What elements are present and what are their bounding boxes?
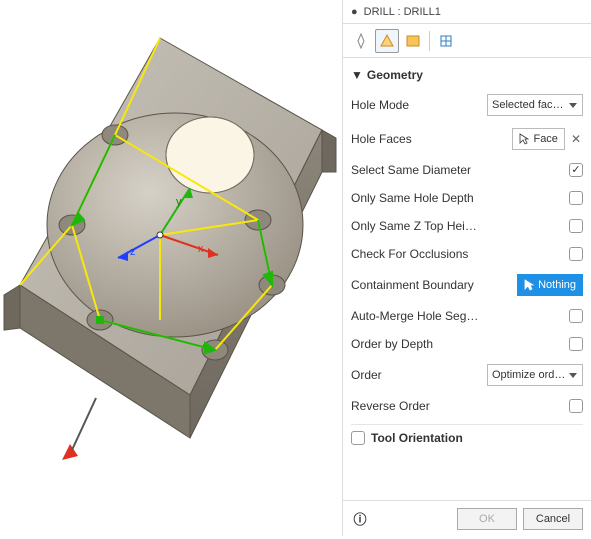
panel-footer: ⓘ OK Cancel — [343, 500, 591, 536]
row-check-occlusions: Check For Occlusions — [351, 240, 583, 268]
chip-hole-faces[interactable]: Face — [512, 128, 564, 150]
panel-tabs — [343, 24, 591, 58]
pointer-icon — [524, 279, 534, 291]
select-order[interactable]: Optimize ord… — [487, 364, 583, 386]
ok-button[interactable]: OK — [457, 508, 517, 530]
checkbox-tool-orientation[interactable] — [351, 431, 365, 445]
label-auto-merge: Auto-Merge Hole Segmen… — [351, 309, 481, 323]
row-auto-merge: Auto-Merge Hole Segmen… — [351, 302, 583, 330]
label-only-same-z-top: Only Same Z Top Height — [351, 219, 481, 233]
info-icon[interactable]: ⓘ — [351, 509, 369, 528]
label-order: Order — [351, 368, 481, 382]
checkbox-reverse-order[interactable] — [569, 399, 583, 413]
back-icon[interactable]: ● — [351, 6, 358, 18]
label-order-by-depth: Order by Depth — [351, 337, 481, 351]
tool-direction-indicator[interactable] — [62, 398, 96, 460]
tab-tool-icon[interactable] — [349, 29, 373, 53]
pointer-icon — [519, 133, 529, 145]
chevron-down-icon: ▼ — [351, 68, 363, 82]
label-containment-boundary: Containment Boundary — [351, 278, 481, 292]
clear-hole-faces-icon[interactable]: ✕ — [569, 132, 583, 146]
label-hole-mode: Hole Mode — [351, 98, 481, 112]
checkbox-order-by-depth[interactable] — [569, 337, 583, 351]
tab-divider — [429, 31, 430, 51]
checkbox-only-same-hole-depth[interactable] — [569, 191, 583, 205]
row-order: Order Optimize ord… — [351, 358, 583, 392]
viewport-3d[interactable]: x y z — [0, 0, 342, 536]
geometry-section-body: ▼ Geometry Hole Mode Selected fac… Hole … — [343, 58, 591, 500]
tool-orientation-section[interactable]: Tool Orientation — [351, 424, 583, 451]
row-select-same-diameter: Select Same Diameter — [351, 156, 583, 184]
checkbox-auto-merge[interactable] — [569, 309, 583, 323]
drill-properties-panel: ● DRILL : DRILL1 ▼ Geometry Hole Mode Se… — [342, 0, 591, 536]
checkbox-check-occlusions[interactable] — [569, 247, 583, 261]
checkbox-only-same-z-top[interactable] — [569, 219, 583, 233]
chip-containment-boundary[interactable]: Nothing — [517, 274, 583, 296]
cancel-button[interactable]: Cancel — [523, 508, 583, 530]
label-reverse-order: Reverse Order — [351, 399, 481, 413]
row-containment-boundary: Containment Boundary Nothing — [351, 268, 583, 302]
tab-geometry-icon[interactable] — [375, 29, 399, 53]
select-hole-mode[interactable]: Selected fac… — [487, 94, 583, 116]
row-hole-faces: Hole Faces Face ✕ — [351, 122, 583, 156]
row-order-by-depth: Order by Depth — [351, 330, 583, 358]
label-select-same-diameter: Select Same Diameter — [351, 163, 481, 177]
axis-x-label: x — [198, 243, 204, 255]
row-reverse-order: Reverse Order — [351, 392, 583, 420]
checkbox-select-same-diameter[interactable] — [569, 163, 583, 177]
label-hole-faces: Hole Faces — [351, 132, 467, 146]
label-only-same-hole-depth: Only Same Hole Depth — [351, 191, 481, 205]
tab-cycle-icon[interactable] — [434, 29, 458, 53]
axis-z-label: z — [130, 246, 136, 258]
tab-heights-icon[interactable] — [401, 29, 425, 53]
row-only-same-hole-depth: Only Same Hole Depth — [351, 184, 583, 212]
row-hole-mode: Hole Mode Selected fac… — [351, 88, 583, 122]
row-only-same-z-top: Only Same Z Top Height — [351, 212, 583, 240]
panel-header: ● DRILL : DRILL1 — [343, 0, 591, 24]
geometry-section-title[interactable]: ▼ Geometry — [351, 62, 583, 88]
panel-title: DRILL : DRILL1 — [364, 6, 441, 18]
axis-y-label: y — [176, 196, 182, 208]
label-check-occlusions: Check For Occlusions — [351, 247, 481, 261]
